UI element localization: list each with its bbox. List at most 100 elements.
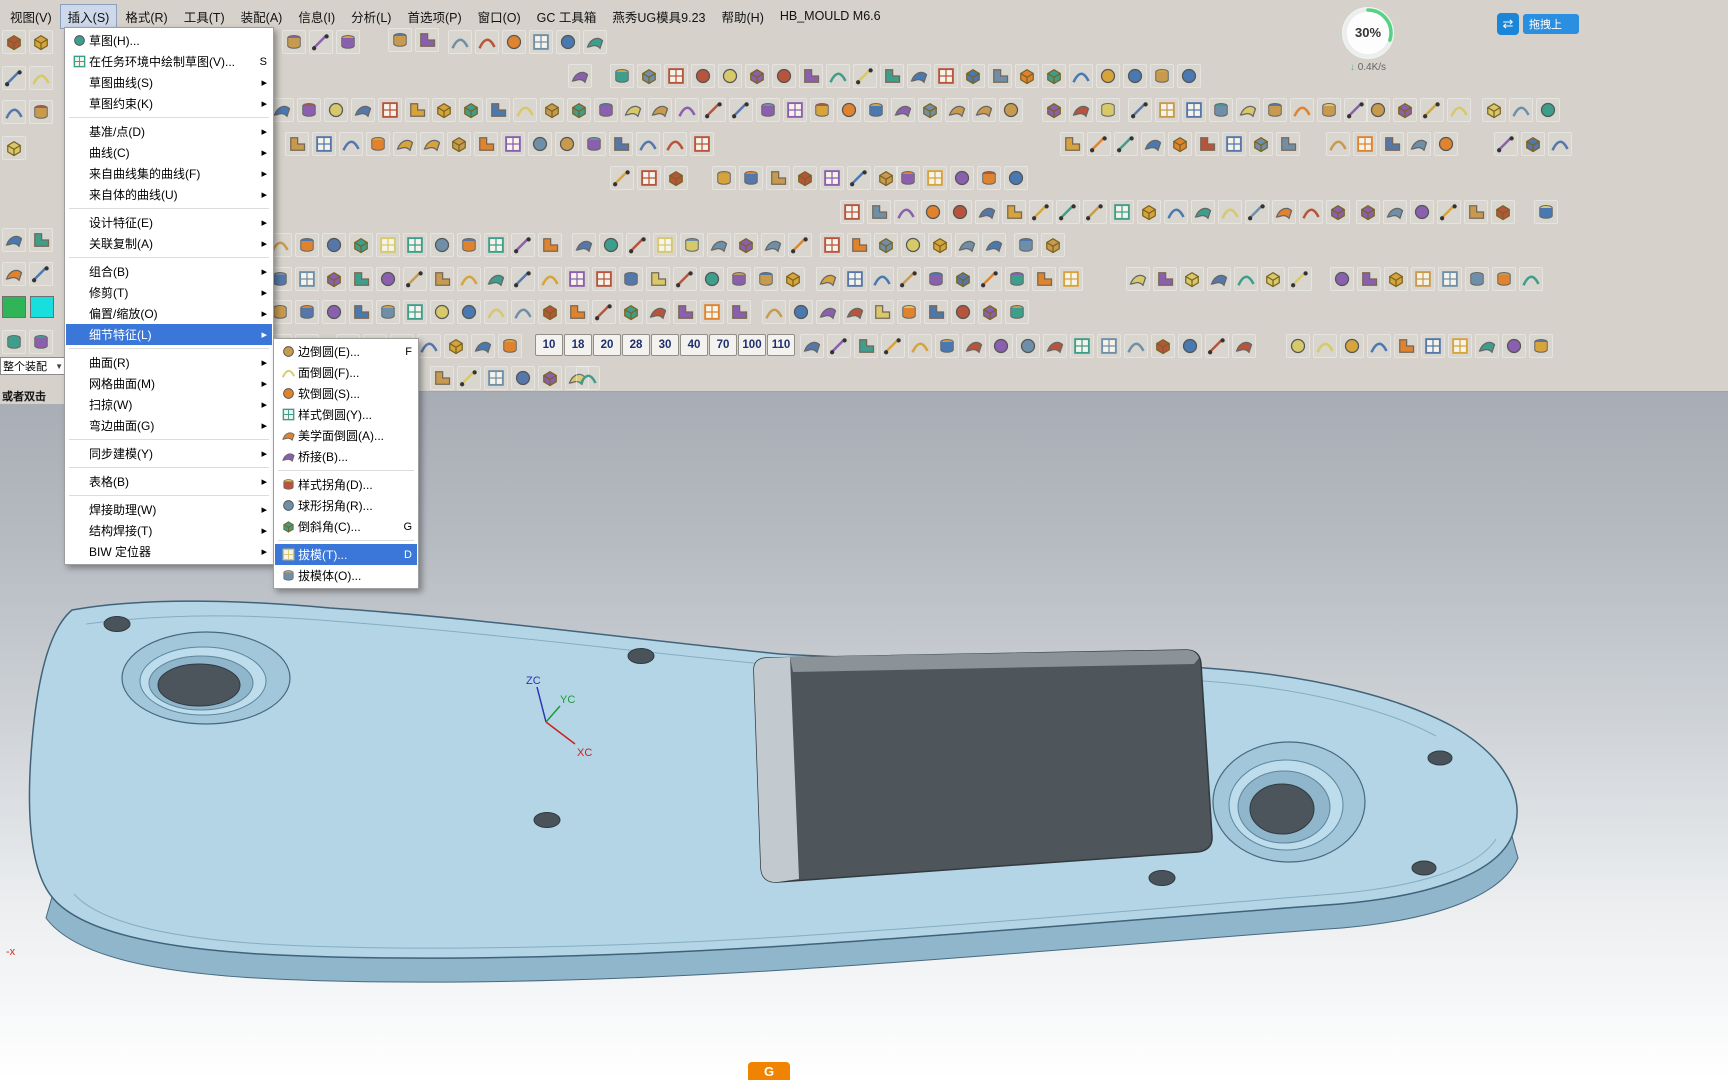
toolbar-icon[interactable] bbox=[1043, 334, 1067, 358]
toolbar-icon[interactable] bbox=[576, 366, 600, 390]
toolbar-icon[interactable] bbox=[528, 132, 552, 156]
toolbar-icon[interactable] bbox=[1123, 64, 1147, 88]
insert-menu-item-29[interactable]: 结构焊接(T)▸ bbox=[66, 520, 272, 541]
toolbar-icon[interactable] bbox=[538, 267, 562, 291]
toolbar-icon[interactable] bbox=[1177, 64, 1201, 88]
toolbar-icon[interactable] bbox=[837, 98, 861, 122]
toolbar-icon[interactable] bbox=[1521, 132, 1545, 156]
toolbar-icon[interactable] bbox=[388, 28, 412, 52]
toolbar-icon[interactable] bbox=[772, 64, 796, 88]
toolbar-icon[interactable] bbox=[29, 30, 53, 54]
toolbar-icon[interactable] bbox=[592, 267, 616, 291]
toolbar-icon[interactable] bbox=[351, 98, 375, 122]
toolbar-icon[interactable] bbox=[1494, 132, 1518, 156]
toolbar-icon[interactable] bbox=[894, 200, 918, 224]
toolbar-icon[interactable] bbox=[680, 233, 704, 257]
toolbar-icon[interactable] bbox=[707, 233, 731, 257]
toolbar-icon[interactable] bbox=[1070, 334, 1094, 358]
toolbar-icon[interactable] bbox=[2, 330, 26, 354]
menubar-item-7[interactable]: 分析(L) bbox=[343, 4, 399, 29]
toolbar-icon[interactable] bbox=[1150, 64, 1174, 88]
toolbar-icon[interactable] bbox=[1195, 132, 1219, 156]
drag-upload-pill[interactable]: 拖拽上 bbox=[1523, 14, 1579, 34]
toolbar-icon[interactable] bbox=[529, 30, 553, 54]
insert-menu-item-1[interactable]: 草图(H)... bbox=[66, 30, 272, 51]
toolbar-icon[interactable] bbox=[799, 64, 823, 88]
toolbar-icon[interactable] bbox=[457, 267, 481, 291]
detail-submenu-item-2[interactable]: 面倒圆(F)... bbox=[275, 362, 417, 383]
toolbar-icon[interactable] bbox=[1299, 200, 1323, 224]
toolbar-icon[interactable] bbox=[907, 64, 931, 88]
toolbar-icon[interactable] bbox=[403, 233, 427, 257]
toolbar-icon[interactable] bbox=[1261, 267, 1285, 291]
toolbar-icon[interactable] bbox=[700, 267, 724, 291]
toolbar-icon[interactable] bbox=[1288, 267, 1312, 291]
toolbar-icon[interactable] bbox=[1137, 200, 1161, 224]
toolbar-icon[interactable] bbox=[282, 30, 306, 54]
toolbar-icon[interactable] bbox=[843, 267, 867, 291]
toolbar-icon[interactable] bbox=[955, 233, 979, 257]
toolbar-icon[interactable] bbox=[1245, 200, 1269, 224]
toolbar-icon[interactable] bbox=[637, 64, 661, 88]
color-swatch[interactable] bbox=[30, 296, 54, 318]
size-button-110[interactable]: 110 bbox=[767, 334, 795, 356]
toolbar-icon[interactable] bbox=[1069, 64, 1093, 88]
toolbar-icon[interactable] bbox=[1059, 267, 1083, 291]
toolbar-icon[interactable] bbox=[1205, 334, 1229, 358]
toolbar-icon[interactable] bbox=[511, 366, 535, 390]
toolbar-icon[interactable] bbox=[1534, 200, 1558, 224]
insert-menu-item-22[interactable]: 弯边曲面(G)▸ bbox=[66, 415, 272, 436]
toolbar-icon[interactable] bbox=[565, 267, 589, 291]
toolbar-icon[interactable] bbox=[756, 98, 780, 122]
toolbar-icon[interactable] bbox=[718, 64, 742, 88]
toolbar-icon[interactable] bbox=[924, 267, 948, 291]
toolbar-icon[interactable] bbox=[502, 30, 526, 54]
toolbar-icon[interactable] bbox=[881, 334, 905, 358]
toolbar-icon[interactable] bbox=[789, 300, 813, 324]
toolbar-icon[interactable] bbox=[568, 64, 592, 88]
toolbar-icon[interactable] bbox=[420, 132, 444, 156]
insert-menu-item-16[interactable]: 偏置/缩放(O)▸ bbox=[66, 303, 272, 324]
upload-logo-icon[interactable]: ⇄ bbox=[1497, 13, 1519, 35]
toolbar-icon[interactable] bbox=[951, 267, 975, 291]
toolbar-icon[interactable] bbox=[673, 267, 697, 291]
insert-menu-item-7[interactable]: 曲线(C)▸ bbox=[66, 142, 272, 163]
toolbar-icon[interactable] bbox=[826, 64, 850, 88]
toolbar-icon[interactable] bbox=[800, 334, 824, 358]
toolbar-icon[interactable] bbox=[870, 300, 894, 324]
toolbar-icon[interactable] bbox=[592, 300, 616, 324]
toolbar-icon[interactable] bbox=[1529, 334, 1553, 358]
toolbar-icon[interactable] bbox=[1236, 98, 1260, 122]
toolbar-icon[interactable] bbox=[1222, 132, 1246, 156]
toolbar-icon[interactable] bbox=[664, 166, 688, 190]
toolbar-icon[interactable] bbox=[754, 267, 778, 291]
toolbar-icon[interactable] bbox=[1005, 267, 1029, 291]
toolbar-icon[interactable] bbox=[457, 300, 481, 324]
toolbar-icon[interactable] bbox=[1313, 334, 1337, 358]
menubar-item-10[interactable]: GC 工具箱 bbox=[529, 4, 605, 29]
toolbar-icon[interactable] bbox=[1114, 132, 1138, 156]
toolbar-icon[interactable] bbox=[349, 267, 373, 291]
insert-menu-item-15[interactable]: 修剪(T)▸ bbox=[66, 282, 272, 303]
toolbar-icon[interactable] bbox=[285, 132, 309, 156]
toolbar-icon[interactable] bbox=[978, 267, 1002, 291]
insert-menu-item-28[interactable]: 焊接助理(W)▸ bbox=[66, 499, 272, 520]
toolbar-icon[interactable] bbox=[1380, 132, 1404, 156]
toolbar-icon[interactable] bbox=[853, 64, 877, 88]
toolbar-icon[interactable] bbox=[1209, 98, 1233, 122]
toolbar-icon[interactable] bbox=[486, 98, 510, 122]
toolbar-icon[interactable] bbox=[1434, 132, 1458, 156]
toolbar-icon[interactable] bbox=[1168, 132, 1192, 156]
toolbar-icon[interactable] bbox=[951, 300, 975, 324]
toolbar-icon[interactable] bbox=[1290, 98, 1314, 122]
toolbar-icon[interactable] bbox=[1366, 98, 1390, 122]
toolbar-icon[interactable] bbox=[295, 233, 319, 257]
toolbar-icon[interactable] bbox=[1420, 98, 1444, 122]
detail-submenu-item-3[interactable]: 软倒圆(S)... bbox=[275, 383, 417, 404]
toolbar-icon[interactable] bbox=[1353, 132, 1377, 156]
toolbar-icon[interactable] bbox=[897, 300, 921, 324]
menubar-item-1[interactable]: 视图(V) bbox=[2, 4, 60, 29]
toolbar-icon[interactable] bbox=[295, 300, 319, 324]
insert-menu-item-30[interactable]: BIW 定位器▸ bbox=[66, 541, 272, 562]
toolbar-icon[interactable] bbox=[1367, 334, 1391, 358]
